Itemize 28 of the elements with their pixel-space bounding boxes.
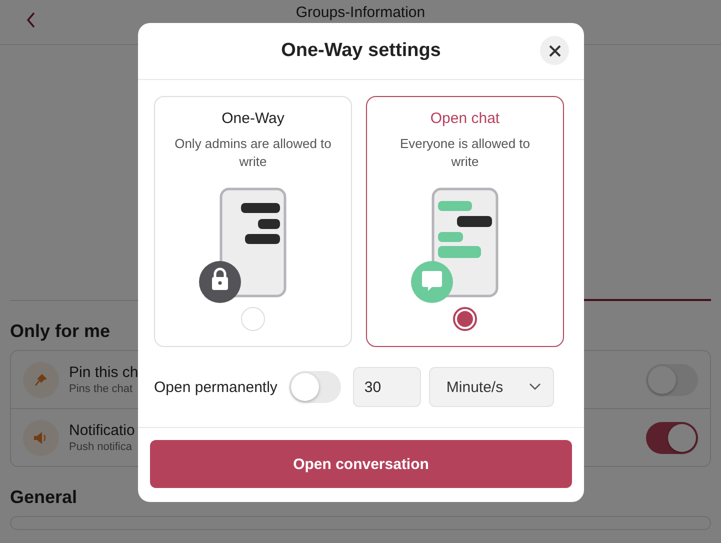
unit-dropdown[interactable]: Minute/s [429,367,554,407]
chevron-down-icon [529,383,542,391]
setting-title: Pin this ch [69,364,138,381]
setting-title: Notificatio [69,422,135,439]
open-conversation-button[interactable]: Open conversation [150,440,572,488]
permanent-label: Open permanently [154,378,278,396]
option-card[interactable]: Open chat Everyone is allowed to write [366,96,564,347]
option-title: Open chat [430,110,500,127]
section-title: Only for me [10,321,112,342]
option-description: Everyone is allowed to write [398,135,532,171]
radio-button[interactable] [453,307,477,331]
toggle-switch[interactable] [646,364,698,396]
option-description: Only admins are allowed to write [174,135,332,171]
option-title: One-Way [222,110,284,127]
dialog-title: One-Way settings [281,40,441,62]
duration-field[interactable]: 30 [353,367,422,407]
setting-description: Pins the chat [69,383,133,395]
section-title: General [10,487,78,508]
speaker-icon [23,420,59,456]
toggle-switch[interactable] [289,371,342,403]
setting-description: Push notifica [69,441,132,453]
close-button[interactable] [540,36,569,65]
page-title: Groups-Information [296,4,426,21]
pin-icon [23,362,59,398]
back-icon[interactable] [26,12,36,28]
toggle-switch[interactable] [646,422,698,454]
option-card[interactable]: One-Way Only admins are allowed to write [154,96,352,347]
close-icon [548,44,560,56]
